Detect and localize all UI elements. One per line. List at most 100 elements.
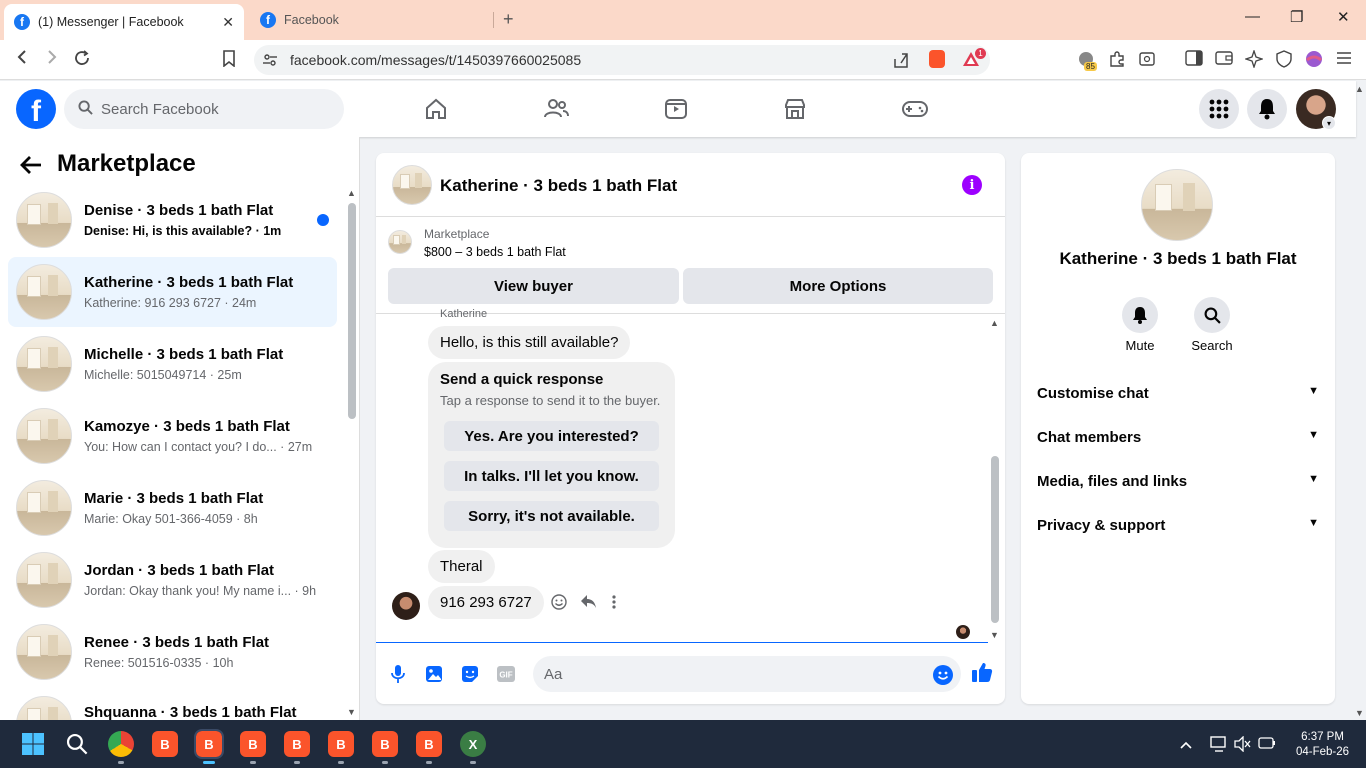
more-options-button[interactable]: More Options xyxy=(683,268,993,304)
chat-panel: Katherine · 3 beds 1 bath Flat i Marketp… xyxy=(376,153,1005,704)
listing-price[interactable]: $800 – 3 beds 1 bath Flat xyxy=(424,245,566,259)
scroll-up-arrow[interactable]: ▲ xyxy=(990,318,999,328)
brave-shields-icon[interactable] xyxy=(929,50,945,68)
extensions-puzzle-icon[interactable] xyxy=(1108,50,1126,73)
brave-profile-app-icon[interactable]: B xyxy=(284,731,310,757)
windows-start-icon[interactable] xyxy=(20,731,46,757)
quick-response-option[interactable]: Sorry, it's not available. xyxy=(444,501,659,531)
grid-icon xyxy=(1209,99,1229,119)
gaming-icon[interactable] xyxy=(900,94,930,124)
reader-mode-icon[interactable] xyxy=(1138,50,1156,73)
marketplace-icon[interactable] xyxy=(780,94,810,124)
menu-icon[interactable] xyxy=(1336,50,1352,70)
sender-avatar[interactable] xyxy=(392,592,420,620)
conversation-item[interactable]: Kamozye · 3 beds 1 bath Flat You: How ca… xyxy=(8,401,337,471)
facebook-search-input[interactable]: Search Facebook xyxy=(64,89,344,129)
site-settings-icon[interactable] xyxy=(262,52,278,73)
scroll-up-arrow[interactable]: ▲ xyxy=(347,188,356,198)
tab-messenger[interactable]: f (1) Messenger | Facebook ✕ xyxy=(4,4,244,40)
home-icon[interactable] xyxy=(421,94,451,124)
brave-profile-app-icon[interactable]: B xyxy=(372,731,398,757)
maximize-icon[interactable]: ❐ xyxy=(1290,8,1303,26)
reload-icon[interactable] xyxy=(73,49,91,72)
conversation-item[interactable]: Marie · 3 beds 1 bath Flat Marie: Okay 5… xyxy=(8,473,337,543)
brave-profile-app-icon[interactable]: B xyxy=(240,731,266,757)
media-files-links-section[interactable]: Media, files and links ▼ xyxy=(1037,473,1319,490)
share-icon[interactable] xyxy=(892,51,910,74)
more-actions-icon[interactable] xyxy=(612,594,616,615)
conversation-list-scrollbar[interactable] xyxy=(348,203,356,419)
tray-overflow-icon[interactable] xyxy=(1180,736,1192,752)
brave-profile-app-icon[interactable]: B xyxy=(194,729,224,759)
back-icon[interactable] xyxy=(14,49,30,70)
conversation-item[interactable]: Michelle · 3 beds 1 bath Flat Michelle: … xyxy=(8,329,337,399)
gif-icon[interactable]: GIF xyxy=(495,663,517,685)
menu-grid-button[interactable] xyxy=(1199,89,1239,129)
chat-members-section[interactable]: Chat members ▼ xyxy=(1037,429,1319,446)
conversation-name: Michelle · 3 beds 1 bath Flat xyxy=(84,346,284,363)
photo-icon[interactable] xyxy=(423,663,445,685)
react-icon[interactable] xyxy=(551,594,567,615)
vpn-shield-icon[interactable] xyxy=(1276,50,1292,73)
friends-icon[interactable] xyxy=(541,94,571,124)
account-chevron-icon[interactable]: ▾ xyxy=(1322,116,1336,130)
facebook-logo-icon[interactable]: f xyxy=(16,89,56,129)
privacy-support-section[interactable]: Privacy & support ▼ xyxy=(1037,517,1319,534)
search-label: Search xyxy=(1191,338,1233,353)
tab-divider xyxy=(493,12,494,28)
running-indicator xyxy=(250,761,256,764)
minimize-icon[interactable]: — xyxy=(1245,8,1260,25)
wallet-icon[interactable] xyxy=(1215,50,1233,71)
back-arrow-icon[interactable] xyxy=(20,154,42,182)
conversation-item[interactable]: Denise · 3 beds 1 bath Flat Denise: Hi, … xyxy=(8,185,337,255)
video-icon[interactable] xyxy=(661,94,691,124)
customise-chat-section[interactable]: Customise chat ▼ xyxy=(1037,385,1319,402)
scroll-down-arrow[interactable]: ▼ xyxy=(347,707,356,717)
close-window-icon[interactable]: ✕ xyxy=(1337,8,1350,26)
message-input[interactable]: Aa xyxy=(533,656,961,692)
reply-icon[interactable] xyxy=(580,594,597,615)
thumbs-up-icon[interactable] xyxy=(971,661,993,683)
scroll-down-arrow[interactable]: ▼ xyxy=(990,630,999,640)
mute-button[interactable] xyxy=(1122,297,1158,333)
bookmark-icon[interactable] xyxy=(222,50,236,72)
page-scroll-up-arrow[interactable]: ▲ xyxy=(1355,84,1364,94)
forward-icon[interactable] xyxy=(44,49,60,70)
microphone-icon[interactable] xyxy=(387,663,409,685)
notifications-button[interactable] xyxy=(1247,89,1287,129)
leo-ai-icon[interactable] xyxy=(1243,48,1265,73)
tab-facebook[interactable]: f Facebook xyxy=(250,4,494,36)
taskbar-search-icon[interactable] xyxy=(64,731,90,757)
brave-app-icon[interactable]: B xyxy=(152,731,178,757)
brave-profile-app-icon[interactable]: B xyxy=(328,731,354,757)
chat-scrollbar[interactable] xyxy=(991,456,999,623)
conversation-item[interactable]: Shquanna · 3 beds 1 bath Flat xyxy=(8,689,337,720)
profile-icon[interactable] xyxy=(1305,50,1323,73)
chrome-app-icon[interactable] xyxy=(108,731,134,757)
new-tab-icon[interactable]: + xyxy=(503,9,514,30)
battery-icon[interactable] xyxy=(1258,736,1276,753)
app-icon[interactable]: X xyxy=(460,731,486,757)
quick-response-option[interactable]: Yes. Are you interested? xyxy=(444,421,659,451)
volume-muted-icon[interactable] xyxy=(1234,735,1252,755)
conversation-snippet: Denise: Hi, is this available? · 1m xyxy=(84,224,282,238)
view-buyer-button[interactable]: View buyer xyxy=(388,268,679,304)
brave-profile-app-icon[interactable]: B xyxy=(416,731,442,757)
info-icon[interactable]: i xyxy=(962,175,982,195)
page-scroll-down-arrow[interactable]: ▼ xyxy=(1355,708,1364,718)
sender-name: Katherine xyxy=(440,308,488,320)
running-indicator xyxy=(426,761,432,764)
close-tab-icon[interactable]: ✕ xyxy=(222,14,234,31)
sidebar-toggle-icon[interactable] xyxy=(1185,50,1203,71)
chat-title[interactable]: Katherine · 3 beds 1 bath Flat xyxy=(440,176,677,196)
conversation-item[interactable]: Jordan · 3 beds 1 bath Flat Jordan: Okay… xyxy=(8,545,337,615)
system-clock[interactable]: 6:37 PM 04-Feb-26 xyxy=(1296,730,1349,760)
emoji-icon[interactable] xyxy=(933,665,953,685)
quick-response-option[interactable]: In talks. I'll let you know. xyxy=(444,461,659,491)
search-conversation-button[interactable] xyxy=(1194,297,1230,333)
listing-thumbnail xyxy=(16,336,72,392)
conversation-item[interactable]: Renee · 3 beds 1 bath Flat Renee: 501516… xyxy=(8,617,337,687)
conversation-item[interactable]: Katherine · 3 beds 1 bath Flat Katherine… xyxy=(8,257,337,327)
sticker-icon[interactable] xyxy=(459,663,481,685)
network-icon[interactable] xyxy=(1210,736,1228,755)
